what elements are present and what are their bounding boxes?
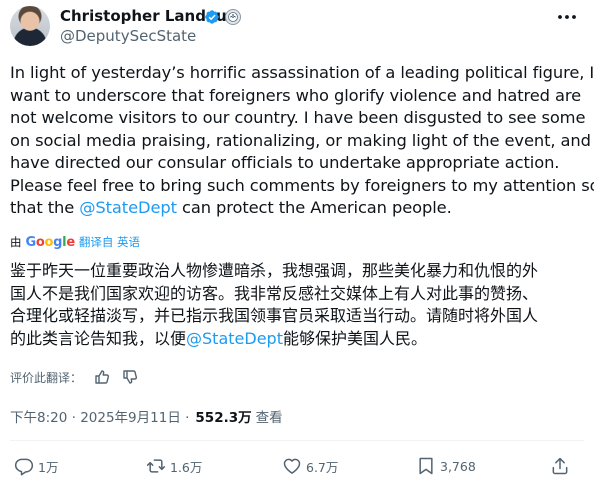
translation-attribution: 由 Google 翻译自 英语 [10, 234, 140, 250]
timestamp[interactable]: 下午8:20 · 2025年9月11日 · [10, 406, 189, 426]
verified-badge-icon [205, 10, 219, 24]
bookmark-button[interactable]: 3,768 [416, 456, 476, 476]
reply-count: 1万 [38, 459, 59, 475]
repost-icon [146, 459, 166, 473]
translated-line: 国人不是我们国家欢迎的访客。我非常反感社交媒体上有人对此事的赞扬、 [10, 283, 539, 303]
translated-line: 的此类言论告知我，以便@StateDept能够保护美国人民。 [10, 328, 586, 351]
like-count: 6.7万 [306, 459, 339, 475]
views-label: 查看 [255, 410, 283, 426]
translated-line: 鉴于昨天一位重要政治人物惨遭暗杀，我想强调，那些美化暴力和仇恨的外 [10, 261, 539, 280]
share-button[interactable] [550, 456, 574, 476]
tweet-line: Please feel free to bring such comments … [10, 175, 594, 195]
tweet-line: In light of yesterday’s horrific assassi… [10, 63, 594, 82]
mention-link[interactable]: @StateDept [186, 329, 283, 348]
views-count: 552.3万 [195, 410, 252, 426]
heart-icon [283, 458, 301, 474]
tweet-line: on social media praising, rationalizing,… [10, 130, 591, 150]
avatar[interactable] [10, 6, 50, 46]
thumbs-down-icon[interactable] [122, 369, 138, 385]
divider [10, 440, 584, 441]
thumbs-up-icon[interactable] [94, 369, 110, 385]
tweet-line: that the @StateDept can protect the Amer… [10, 197, 586, 220]
share-icon [552, 457, 568, 475]
translated-text-fragment: 能够保护美国人民。 [282, 328, 427, 348]
tweet-metadata: 下午8:20 · 2025年9月11日 · 552.3万 查看 [10, 406, 283, 426]
tweet-line: have directed our consular officials to … [10, 153, 560, 172]
google-logo: Google [25, 234, 76, 250]
tweet-text-fragment: can protect the American people. [176, 198, 452, 217]
tweet-line: not welcome visitors to our country. I h… [10, 108, 586, 127]
translated-text-fragment: 的此类言论告知我，以便 [10, 328, 187, 348]
mention-link[interactable]: @StateDept [79, 198, 177, 217]
translated-from-link[interactable]: 翻译自 英语 [79, 234, 140, 250]
translated-line: 合理化或轻描淡写，并已指示我国领事官员采取适当行动。请随时将外国人 [10, 306, 539, 325]
tweet-text: In light of yesterday’s horrific assassi… [10, 62, 594, 220]
reply-icon [14, 458, 34, 476]
bookmark-count: 3,768 [440, 458, 476, 474]
repost-count: 1.6万 [170, 459, 203, 475]
action-bar: 1万 1.6万 6.7万 3,768 [0, 448, 594, 488]
like-button[interactable]: 6.7万 [282, 456, 338, 476]
government-seal-icon [225, 9, 241, 25]
reply-button[interactable]: 1万 [14, 456, 58, 476]
translated-text: 鉴于昨天一位重要政治人物惨遭暗杀，我想强调，那些美化暴力和仇恨的外 国人不是我们… [10, 260, 586, 350]
tweet-line: want to underscore that foreigners who g… [10, 85, 581, 105]
repost-button[interactable]: 1.6万 [146, 456, 202, 476]
author-name[interactable]: Christopher Landau [60, 7, 227, 25]
bookmark-icon [419, 457, 433, 475]
rate-translation: 评价此翻译： [10, 368, 138, 386]
rate-translation-label: 评价此翻译： [10, 370, 83, 385]
translated-by-label: 由 [10, 235, 22, 249]
tweet-text-fragment: that the [10, 198, 80, 217]
author-handle[interactable]: @DeputySecState [60, 27, 196, 45]
more-options-icon[interactable] [556, 8, 578, 26]
